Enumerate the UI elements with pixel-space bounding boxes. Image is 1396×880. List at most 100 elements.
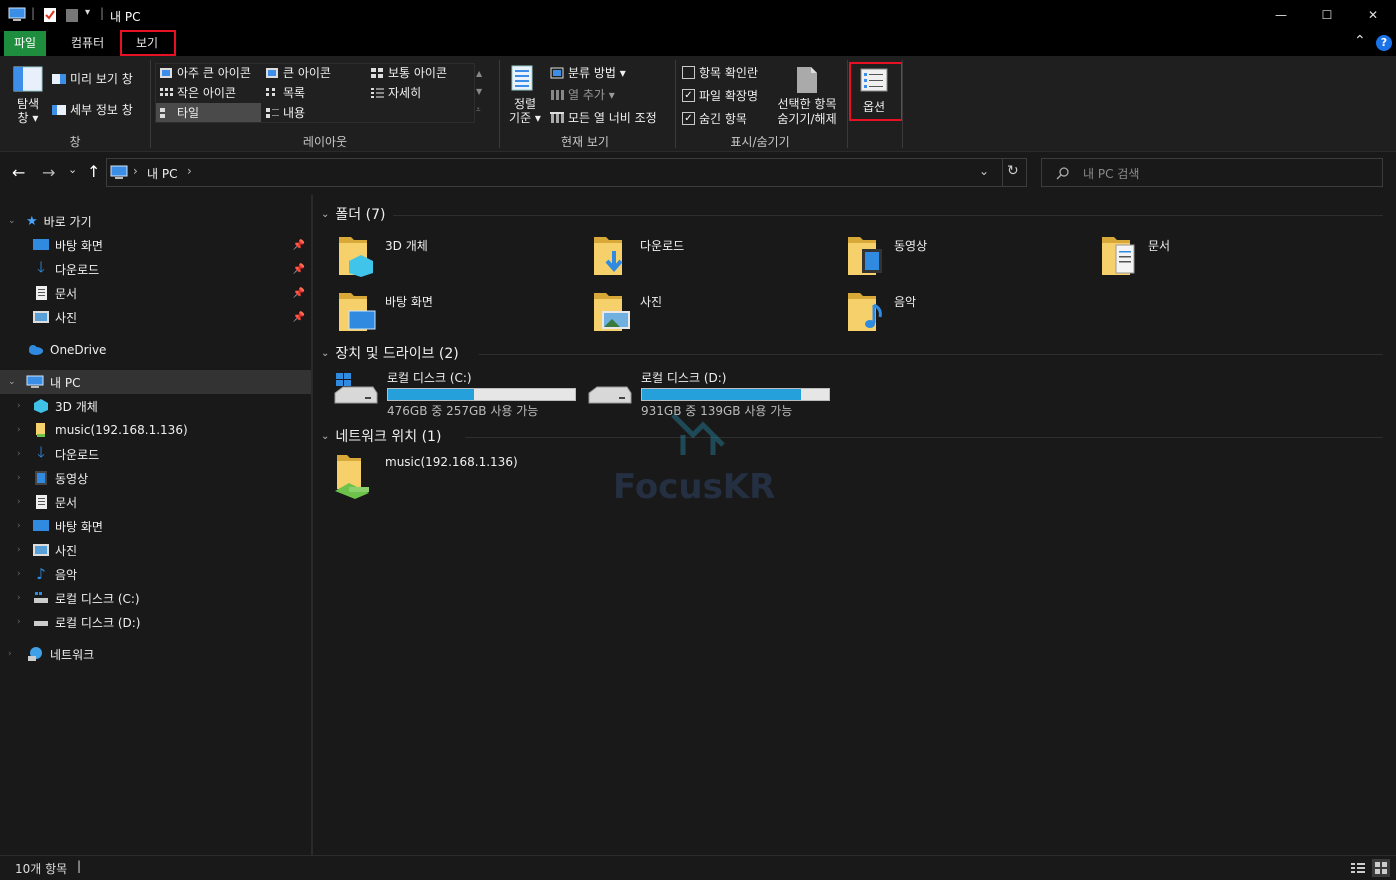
close-button[interactable]: ✕ — [1350, 0, 1396, 30]
expand-icon[interactable]: › — [17, 593, 27, 603]
hidden-items-toggle[interactable]: ✓ 숨긴 항목 — [682, 110, 747, 127]
file-extensions-checkbox[interactable]: ✓ — [682, 89, 695, 102]
nav-quick-access[interactable]: ⌄ ★ 바로 가기 — [0, 209, 311, 233]
qat-dropdown-icon[interactable]: ▾ — [85, 7, 90, 18]
sort-by-icon[interactable] — [510, 64, 538, 92]
tab-file[interactable]: 파일 — [4, 31, 47, 56]
search-box[interactable]: 내 PC 검색 — [1041, 158, 1383, 187]
layout-small-icons[interactable]: 작은 아이콘 — [159, 84, 236, 101]
layout-content[interactable]: 내용 — [265, 104, 305, 121]
file-extensions-toggle[interactable]: ✓ 파일 확장명 — [682, 87, 758, 104]
large-icons-view-icon[interactable] — [1372, 859, 1390, 877]
gallery-more-icon[interactable]: ⩡ — [476, 101, 482, 119]
gallery-up-icon[interactable]: ▲ — [476, 65, 482, 83]
expand-icon[interactable]: › — [17, 617, 27, 627]
folder-tile[interactable]: 사진 — [592, 291, 662, 333]
nav-network[interactable]: › 네트워크 — [0, 642, 311, 666]
item-checkboxes-toggle[interactable]: 항목 확인란 — [682, 64, 758, 81]
expand-icon[interactable]: › — [17, 449, 27, 459]
expand-icon[interactable]: › — [17, 521, 27, 531]
sort-by-button[interactable]: 정렬 기준 ▾ — [507, 97, 543, 125]
up-icon[interactable]: ↑ — [87, 162, 100, 181]
expand-icon[interactable]: › — [8, 649, 20, 659]
nav-onedrive[interactable]: OneDrive — [0, 338, 311, 362]
expand-icon[interactable]: › — [17, 401, 27, 411]
properties-icon[interactable] — [42, 6, 58, 24]
network-location-tile[interactable]: music(192.168.1.136) — [333, 453, 518, 499]
expand-icon[interactable]: › — [17, 425, 27, 435]
pin-icon[interactable]: 📌 — [293, 264, 305, 275]
details-view-icon[interactable] — [1350, 861, 1366, 875]
nav-pc-item[interactable]: › 바탕 화면 — [0, 514, 311, 538]
maximize-button[interactable]: ☐ — [1304, 0, 1350, 30]
pin-icon[interactable]: 📌 — [293, 312, 305, 323]
breadcrumb-separator-icon[interactable]: › — [133, 164, 138, 178]
minimize-button[interactable]: — — [1258, 0, 1304, 30]
layout-list[interactable]: 목록 — [265, 84, 305, 101]
expand-icon[interactable]: ⌄ — [8, 216, 20, 226]
forward-icon[interactable]: → — [42, 163, 55, 182]
nav-this-pc[interactable]: ⌄ 내 PC — [0, 370, 311, 394]
nav-pc-item[interactable]: › 로컬 디스크 (C:) — [0, 586, 311, 610]
address-dropdown-icon[interactable]: ⌄ — [979, 164, 989, 178]
tab-computer[interactable]: 컴퓨터 — [61, 32, 114, 56]
folders-group-header[interactable]: ⌄ 폴더 (7) — [321, 204, 385, 224]
drive-tile[interactable]: 로컬 디스크 (C:) 476GB 중 257GB 사용 가능 — [333, 369, 576, 419]
layout-large-icons[interactable]: 큰 아이콘 — [265, 64, 331, 81]
folder-tile[interactable]: 음악 — [846, 291, 916, 333]
expand-icon[interactable]: › — [17, 569, 27, 579]
layout-details[interactable]: 자세히 — [370, 84, 421, 101]
nav-pc-item[interactable]: › 사진 — [0, 538, 311, 562]
expand-icon[interactable]: › — [17, 497, 27, 507]
nav-pc-item[interactable]: › 🡓 다운로드 — [0, 442, 311, 466]
hide-selected-icon[interactable] — [795, 65, 819, 95]
expand-icon[interactable]: › — [17, 473, 27, 483]
add-columns-button[interactable]: 열 추가 ▾ — [550, 86, 615, 103]
layout-extra-large-icons[interactable]: 아주 큰 아이콘 — [159, 64, 251, 81]
nav-pc-item[interactable]: › music(192.168.1.136) — [0, 418, 311, 442]
navigation-pane-button[interactable]: 탐색 창 ▾ — [14, 97, 42, 125]
size-columns-button[interactable]: 모든 열 너비 조정 — [550, 109, 657, 126]
expand-icon[interactable]: › — [17, 545, 27, 555]
nav-pc-item[interactable]: › 동영상 — [0, 466, 311, 490]
drives-group-header[interactable]: ⌄ 장치 및 드라이브 (2) — [321, 343, 459, 363]
folder-tile[interactable]: 다운로드 — [592, 235, 684, 277]
nav-quick-item[interactable]: 바탕 화면 📌 — [0, 233, 311, 257]
gallery-down-icon[interactable]: ▼ — [476, 83, 482, 101]
recent-locations-icon[interactable]: ⌄ — [68, 163, 77, 176]
nav-pc-item[interactable]: › 문서 — [0, 490, 311, 514]
preview-pane-button[interactable]: 미리 보기 창 — [52, 70, 133, 87]
new-folder-icon[interactable] — [64, 6, 80, 24]
nav-quick-item[interactable]: 문서 📌 — [0, 281, 311, 305]
nav-quick-item[interactable]: 🡓 다운로드 📌 — [0, 257, 311, 281]
hide-selected-button[interactable]: 선택한 항목 숨기기/해제 — [774, 97, 840, 127]
collapse-icon[interactable]: ⌄ — [321, 431, 329, 442]
help-icon[interactable]: ? — [1376, 35, 1392, 51]
address-bar[interactable]: › 내 PC › ⌄ ↻ — [106, 158, 1027, 187]
details-pane-button[interactable]: 세부 정보 창 — [52, 101, 133, 118]
gallery-scroll[interactable]: ▲ ▼ ⩡ — [476, 65, 482, 119]
folder-tile[interactable]: 동영상 — [846, 235, 927, 277]
navigation-pane-icon[interactable] — [13, 66, 43, 92]
collapse-ribbon-icon[interactable]: ⌃ — [1354, 33, 1366, 49]
collapse-icon[interactable]: ⌄ — [321, 348, 329, 359]
nav-pc-item[interactable]: › 3D 개체 — [0, 394, 311, 418]
item-checkboxes-checkbox[interactable] — [682, 66, 695, 79]
pin-icon[interactable]: 📌 — [293, 288, 305, 299]
pin-icon[interactable]: 📌 — [293, 240, 305, 251]
drive-tile[interactable]: 로컬 디스크 (D:) 931GB 중 139GB 사용 가능 — [587, 369, 830, 419]
expand-icon[interactable]: ⌄ — [8, 377, 20, 387]
breadcrumb-separator-icon[interactable]: › — [187, 164, 192, 178]
refresh-icon[interactable]: ↻ — [1007, 163, 1019, 179]
folder-tile[interactable]: 3D 개체 — [337, 235, 428, 277]
hidden-items-checkbox[interactable]: ✓ — [682, 112, 695, 125]
layout-medium-icons[interactable]: 보통 아이콘 — [370, 64, 447, 81]
layout-tiles[interactable]: 타일 — [159, 104, 199, 121]
breadcrumb-this-pc[interactable]: 내 PC — [147, 165, 177, 182]
folder-tile[interactable]: 바탕 화면 — [337, 291, 433, 333]
folder-tile[interactable]: 문서 — [1100, 235, 1170, 277]
back-icon[interactable]: ← — [12, 163, 25, 182]
group-by-button[interactable]: 분류 방법 ▾ — [550, 64, 626, 81]
collapse-icon[interactable]: ⌄ — [321, 209, 329, 220]
nav-pc-item[interactable]: › 로컬 디스크 (D:) — [0, 610, 311, 634]
